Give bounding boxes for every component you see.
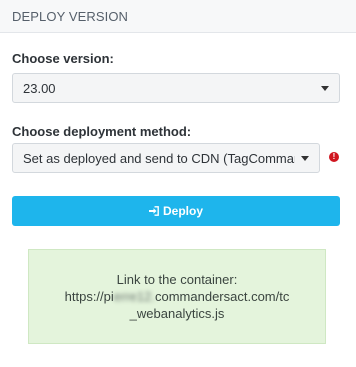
deploy-version-panel: DEPLOY VERSION Choose version: 23.00 Cho…	[0, 0, 356, 367]
version-select-value: 23.00	[23, 80, 56, 96]
container-link-url-end[interactable]: _webanalytics.js	[130, 305, 225, 322]
sign-in-icon	[148, 206, 159, 216]
container-link-url-middle: commandersact.com/tc	[154, 289, 290, 304]
deploy-button[interactable]: Deploy	[12, 196, 340, 226]
chevron-down-icon	[301, 155, 309, 161]
container-link-url[interactable]: https://pierre12.commandersact.com/tc	[65, 288, 290, 305]
exclamation-circle-icon[interactable]: !	[329, 152, 339, 162]
deployment-method-value: Set as deployed and send to CDN (TagComm…	[23, 150, 295, 166]
panel-header: DEPLOY VERSION	[0, 0, 356, 33]
version-select[interactable]: 23.00	[12, 73, 340, 103]
deployment-method-label: Choose deployment method:	[12, 124, 192, 139]
deploy-button-label: Deploy	[162, 204, 203, 218]
chevron-down-icon	[321, 85, 329, 91]
version-label: Choose version:	[12, 51, 114, 66]
container-link-url-hidden: erre12.	[113, 289, 155, 304]
container-link-box: Link to the container: https://pierre12.…	[28, 249, 326, 344]
container-link-label: Link to the container:	[116, 272, 238, 287]
container-link-url-prefix: https://pi	[64, 289, 114, 304]
panel-title: DEPLOY VERSION	[12, 8, 129, 24]
deployment-method-select[interactable]: Set as deployed and send to CDN (TagComm…	[12, 143, 320, 173]
